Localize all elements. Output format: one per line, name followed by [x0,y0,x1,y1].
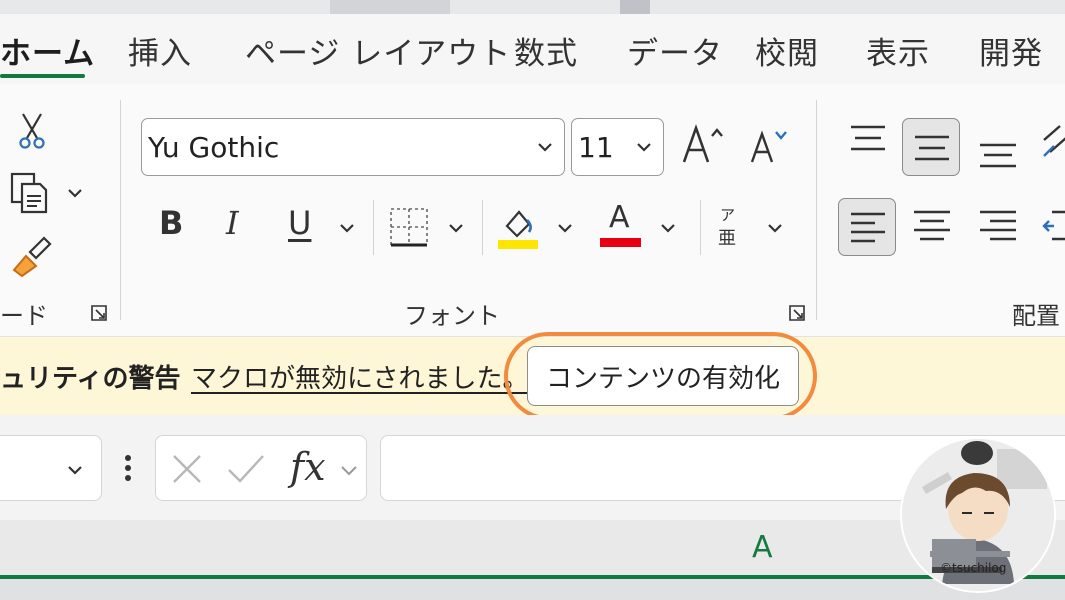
enter-checkmark-icon[interactable] [226,452,266,486]
clipboard-group-label: ード [0,302,48,330]
ribbon-tab-bar: ホーム 挿入 ページ レイアウト 数式 データ 校閲 表示 開発 [0,14,1065,84]
decrease-font-size-icon[interactable] [748,126,790,168]
tab-home[interactable]: ホーム [0,28,95,73]
italic-button[interactable]: I [226,204,239,242]
more-options-icon[interactable] [118,450,138,486]
align-bottom-icon[interactable] [977,140,1019,170]
security-warning-title: ュリティの警告 [0,364,181,394]
align-middle-button[interactable] [902,118,960,176]
alignment-group-label: 配置 [1012,302,1060,330]
column-header-a[interactable]: A [752,530,773,565]
underline-dropdown-chevron-icon[interactable] [338,219,356,237]
borders-dropdown-chevron-icon[interactable] [447,219,465,237]
copy-dropdown-chevron-icon[interactable] [66,184,84,202]
font-name-value: Yu Gothic [148,130,280,164]
fill-color-dropdown-chevron-icon[interactable] [556,219,574,237]
align-middle-icon [915,135,949,161]
ribbon-separator [816,100,817,320]
phonetic-guide-top[interactable]: ア [720,204,735,225]
ribbon-separator [120,100,121,320]
decrease-indent-icon[interactable] [1040,206,1065,246]
tab-page-layout[interactable]: ページ レイアウト [245,28,511,73]
formula-controls [155,435,367,501]
font-dialog-launcher-icon[interactable] [788,304,806,322]
copy-icon[interactable] [4,170,54,216]
font-group-label: フォント [404,302,500,330]
ribbon-separator [482,200,483,255]
tab-insert[interactable]: 挿入 [128,28,192,73]
fill-color-swatch [498,240,538,249]
orientation-icon[interactable] [1040,124,1065,164]
bold-button[interactable]: B [159,204,183,242]
name-box[interactable] [0,435,102,501]
phonetic-dropdown-chevron-icon[interactable] [766,219,784,237]
align-left-button[interactable] [838,198,896,256]
phonetic-guide-bottom[interactable]: 亜 [718,224,736,250]
tab-view[interactable]: 表示 [866,28,930,73]
cancel-icon[interactable] [170,452,204,486]
background-strip [0,0,1065,14]
align-center-icon[interactable] [912,206,952,246]
borders-icon[interactable] [388,206,430,248]
avatar-credit: ©tsuchilog [940,561,1007,575]
font-size-select[interactable]: 11 [571,118,664,176]
chevron-down-icon [637,143,651,152]
chevron-down-icon [68,466,82,475]
ribbon-separator [373,200,374,255]
enable-content-button[interactable]: コンテンツの有効化 [527,346,799,406]
align-right-icon[interactable] [978,206,1018,246]
underline-button[interactable]: U [288,204,311,242]
font-name-select[interactable]: Yu Gothic [141,118,565,176]
tab-data[interactable]: データ [627,28,723,73]
insert-function-button[interactable]: fx [290,445,326,489]
font-color-dropdown-chevron-icon[interactable] [659,219,677,237]
align-top-icon[interactable] [848,122,888,156]
tab-developer[interactable]: 開発 [979,28,1043,73]
font-color-swatch [600,238,641,247]
clipboard-dialog-launcher-icon[interactable] [90,304,108,322]
tab-formulas[interactable]: 数式 [514,28,578,73]
align-left-icon [851,212,885,243]
font-size-value: 11 [578,130,614,164]
ribbon-separator [700,200,701,255]
font-color-button[interactable]: A [609,200,630,235]
fill-color-icon[interactable] [497,202,539,252]
scissors-icon[interactable] [12,110,52,150]
format-painter-icon[interactable] [8,234,54,280]
increase-font-size-icon[interactable] [680,122,726,168]
chevron-down-icon[interactable] [338,460,360,482]
tab-review[interactable]: 校閲 [755,28,819,73]
active-tab-indicator [0,74,85,78]
background-strip [0,579,1065,600]
chevron-down-icon [538,143,552,152]
macros-disabled-message[interactable]: マクロが無効にされました。 [191,358,528,395]
